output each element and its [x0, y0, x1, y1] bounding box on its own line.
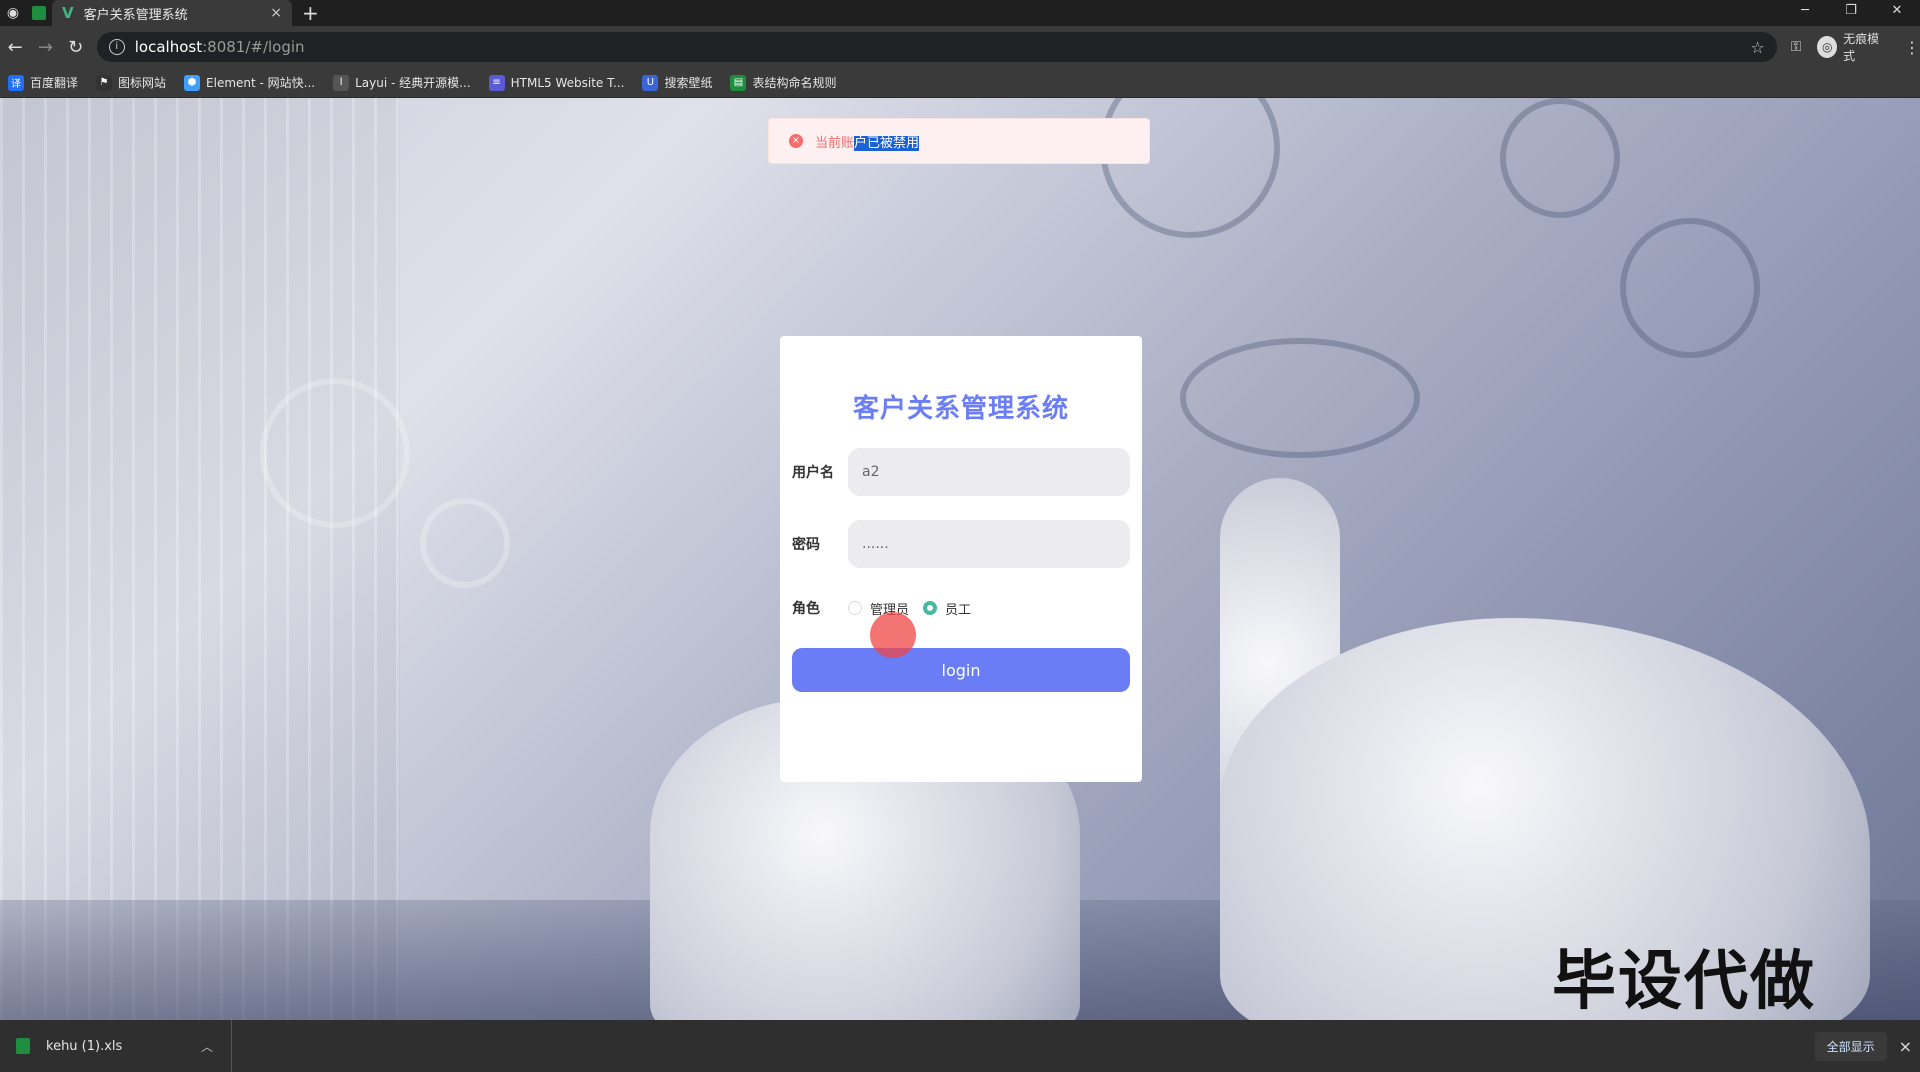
browser-tab-strip: ◉ V 客户关系管理系统 × + ─ ❐ ✕	[0, 0, 1920, 26]
bookmark-label: HTML5 Website T...	[510, 75, 625, 90]
toast-message-plain: 当前账	[815, 135, 855, 151]
toast-message: 当前账户已被禁用	[815, 132, 920, 151]
download-file-name: kehu (1).xls	[46, 1038, 123, 1054]
bookmark-icon: U	[642, 74, 659, 91]
login-card: 客户关系管理系统 用户名 a2 密码 ...... 角色 管理员 员工 logi…	[780, 336, 1142, 782]
role-label: 角色	[792, 601, 820, 617]
bookmark-label: 百度翻译	[30, 76, 79, 90]
bookmark-label: Layui - 经典开源模...	[355, 76, 471, 90]
back-icon[interactable]: ←	[0, 37, 30, 58]
bookmark-item[interactable]: ⬢ Element - 网站快...	[184, 74, 315, 91]
pinned-tab-icon[interactable]	[26, 0, 52, 26]
download-bar: kehu (1).xls ︿ 全部显示 ×	[0, 1020, 1920, 1072]
bookmark-star-icon[interactable]: ☆	[1750, 38, 1764, 57]
bookmark-label: 搜索壁纸	[664, 76, 713, 90]
login-title: 客户关系管理系统	[852, 394, 1069, 424]
background-stripes	[0, 98, 400, 1020]
restore-icon[interactable]: ❐	[1828, 0, 1874, 26]
bookmark-label: 图标网站	[118, 76, 167, 90]
vue-logo-icon: V	[62, 4, 74, 22]
password-label: 密码	[792, 537, 820, 553]
bookmark-item[interactable]: l Layui - 经典开源模...	[333, 74, 471, 91]
bookmark-icon: ⬢	[184, 74, 201, 91]
kebab-menu-icon[interactable]: ⋮	[1904, 38, 1920, 57]
reload-icon[interactable]: ↻	[61, 37, 91, 58]
url-host: localhost	[134, 38, 203, 56]
tab-active[interactable]: V 客户关系管理系统 ×	[52, 0, 292, 26]
download-item[interactable]: kehu (1).xls ︿	[0, 1020, 232, 1072]
address-bar: ← → ↻ i localhost:8081/#/login ☆ ⚿ ◎ 无痕模…	[0, 26, 1920, 68]
bookmark-item[interactable]: ⚑ 图标网站	[96, 74, 166, 91]
browser-menu-icon[interactable]: ◉	[0, 0, 26, 26]
toast-message-selected: 户已被禁用	[854, 135, 920, 151]
watermark-text: 毕设代做	[1552, 945, 1816, 1019]
window-close-icon[interactable]: ✕	[1874, 0, 1920, 26]
bookmark-icon: 译	[8, 74, 24, 91]
login-button[interactable]: login	[792, 648, 1130, 692]
bookmark-item[interactable]: ▤ 表结构命名规则	[730, 74, 836, 91]
tab-title: 客户关系管理系统	[83, 7, 188, 23]
excel-file-icon	[16, 1038, 30, 1054]
decorative-swirl	[1500, 98, 1620, 218]
decorative-swirl	[260, 378, 410, 528]
bookmark-label: Element - 网站快...	[206, 76, 316, 90]
url-path: :8081/#/login	[202, 38, 305, 56]
bookmarks-bar: 译百度翻译 ⚑ 图标网站 ⬢ Element - 网站快... l Layui - 经…	[0, 68, 1920, 98]
bookmark-item[interactable]: ≡ HTML5 Website T...	[488, 74, 625, 91]
show-all-button[interactable]: 全部显示	[1814, 1031, 1887, 1061]
new-tab-button[interactable]: +	[302, 1, 319, 25]
radio-checked-icon[interactable]	[923, 601, 938, 615]
radio-unchecked-icon[interactable]	[848, 601, 862, 615]
decorative-swirl	[1180, 338, 1420, 458]
incognito-label[interactable]: 无痕模式	[1843, 30, 1886, 64]
download-bar-close-icon[interactable]: ×	[1899, 1037, 1912, 1056]
forward-icon[interactable]: →	[30, 37, 60, 58]
bookmark-item[interactable]: U 搜索壁纸	[642, 74, 712, 91]
username-input[interactable]: a2	[848, 448, 1130, 496]
bookmark-icon: ▤	[730, 74, 747, 91]
bookmark-icon: l	[333, 74, 350, 91]
radio-label: 员工	[945, 602, 972, 618]
window-controls: ─ ❐ ✕	[1782, 0, 1920, 26]
username-row: 用户名 a2	[792, 448, 1130, 496]
bookmark-icon: ⚑	[96, 74, 113, 91]
login-page: × 当前账户已被禁用 客户关系管理系统 用户名 a2 密码 ...... 角色 …	[0, 98, 1920, 1020]
tab-close-icon[interactable]: ×	[270, 5, 282, 21]
bookmark-icon: ≡	[488, 74, 505, 91]
site-info-icon[interactable]: i	[108, 39, 125, 55]
click-indicator	[870, 612, 916, 658]
error-toast: × 当前账户已被禁用	[768, 118, 1150, 164]
decorative-swirl	[420, 498, 510, 588]
key-icon[interactable]: ⚿	[1791, 39, 1802, 55]
incognito-icon[interactable]: ◎	[1817, 36, 1838, 58]
minimize-icon[interactable]: ─	[1782, 0, 1828, 26]
error-icon: ×	[789, 134, 803, 148]
password-input[interactable]: ......	[848, 520, 1130, 568]
bookmark-item[interactable]: 译百度翻译	[8, 74, 78, 91]
username-label: 用户名	[792, 465, 834, 481]
password-row: 密码 ......	[792, 520, 1130, 568]
chevron-up-icon[interactable]: ︿	[201, 1038, 213, 1055]
bookmark-label: 表结构命名规则	[752, 76, 837, 90]
url-input[interactable]: i localhost:8081/#/login ☆	[96, 32, 1777, 62]
decorative-swirl	[1620, 218, 1760, 358]
role-radio-employee[interactable]: 员工	[923, 599, 971, 618]
